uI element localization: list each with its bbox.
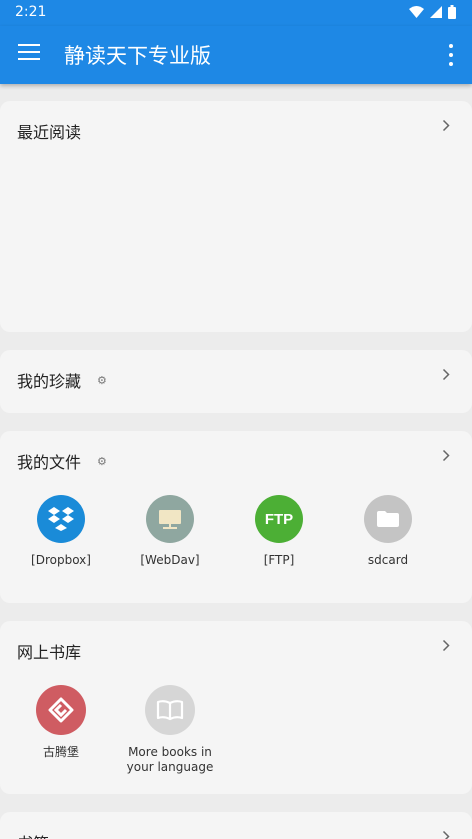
dropbox-icon	[37, 495, 85, 543]
wifi-icon	[409, 6, 424, 18]
my-files-card: 我的文件 ⚙ [Dropbox] [WebDav] FTP [FTP] sdca…	[0, 431, 472, 603]
library-label: 古腾堡	[42, 745, 79, 759]
gutenberg-icon	[36, 685, 86, 735]
gear-icon[interactable]: ⚙	[97, 374, 107, 387]
chevron-right-icon[interactable]	[442, 830, 450, 839]
library-label: More books in your language	[126, 745, 214, 774]
file-source-label: [FTP]	[263, 553, 295, 567]
online-library-title: 网上书库	[17, 643, 82, 662]
ftp-icon: FTP	[255, 495, 303, 543]
app-title: 静读天下专业版	[64, 44, 211, 68]
my-files-title: 我的文件	[17, 453, 82, 472]
more-options-icon[interactable]	[448, 44, 454, 66]
recent-reading-title: 最近阅读	[17, 123, 82, 142]
webdav-icon	[146, 495, 194, 543]
file-source-sdcard[interactable]: sdcard	[333, 495, 443, 568]
recent-reading-card[interactable]: 最近阅读	[0, 101, 472, 332]
chevron-right-icon[interactable]	[442, 639, 450, 652]
chevron-right-icon[interactable]	[442, 449, 450, 462]
bookmarks-title: 书签	[17, 830, 49, 839]
bookmarks-card[interactable]: 书签	[0, 812, 472, 839]
online-library-card: 网上书库 古腾堡 More books in your language	[0, 621, 472, 794]
file-source-label: [WebDav]	[140, 553, 200, 567]
file-source-webdav[interactable]: [WebDav]	[115, 495, 225, 568]
chevron-right-icon[interactable]	[442, 368, 450, 381]
status-bar: 2:21	[0, 0, 472, 26]
file-source-label: [Dropbox]	[31, 553, 91, 567]
library-gutenberg[interactable]: 古腾堡	[6, 685, 116, 760]
battery-icon	[448, 5, 456, 19]
file-source-ftp[interactable]: FTP [FTP]	[224, 495, 334, 568]
chevron-right-icon[interactable]	[442, 119, 450, 132]
app-bar: 静读天下专业版	[0, 26, 472, 84]
file-source-label: sdcard	[367, 553, 409, 567]
file-source-dropbox[interactable]: [Dropbox]	[6, 495, 116, 568]
favorites-card[interactable]: 我的珍藏 ⚙	[0, 350, 472, 413]
library-more-books[interactable]: More books in your language	[115, 685, 225, 775]
menu-icon[interactable]	[18, 44, 40, 64]
folder-icon	[364, 495, 412, 543]
status-time: 2:21	[15, 4, 47, 20]
favorites-title: 我的珍藏	[17, 372, 82, 391]
signal-icon	[430, 6, 442, 18]
book-icon	[145, 685, 195, 735]
gear-icon[interactable]: ⚙	[97, 455, 107, 468]
